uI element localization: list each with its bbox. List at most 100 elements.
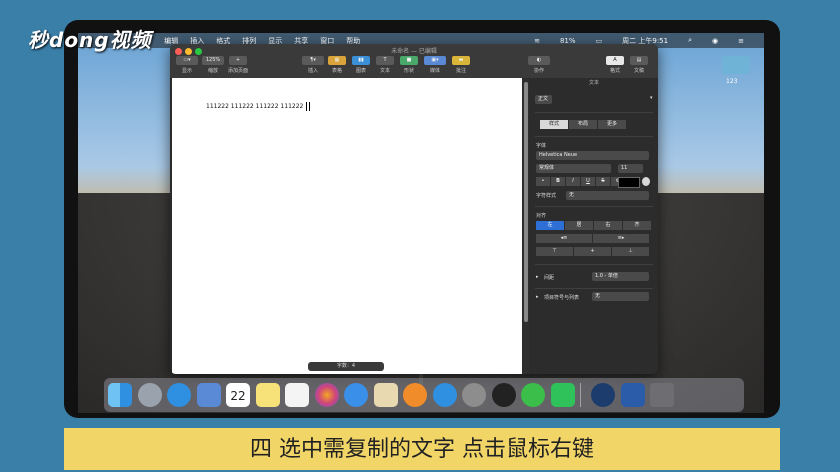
toolbar-insert[interactable]: ¶▾ 插入 xyxy=(302,56,324,74)
launchpad-icon[interactable] xyxy=(137,383,162,407)
system-preferences-icon[interactable] xyxy=(462,383,486,407)
toolbar-collaborate-label: 协作 xyxy=(533,68,544,74)
toolbar-comment[interactable]: ▬ 批注 xyxy=(452,56,470,74)
table-icon[interactable]: ▦ xyxy=(328,56,346,65)
char-style-select[interactable]: 无 xyxy=(566,191,649,200)
tab-more[interactable]: 更多 xyxy=(598,120,626,129)
add-page-icon[interactable]: + xyxy=(229,56,247,65)
align-bottom-button[interactable]: ⊥ xyxy=(612,247,649,256)
comment-icon[interactable]: ▬ xyxy=(452,56,470,65)
word-icon[interactable] xyxy=(620,383,645,407)
messages-icon[interactable] xyxy=(344,383,368,407)
toolbar-media-label: 媒体 xyxy=(429,68,440,74)
bullets-disclosure-icon[interactable]: ▸ xyxy=(536,294,539,300)
media-icon[interactable]: ▣▾ xyxy=(424,56,446,65)
more-char-options-button[interactable]: • xyxy=(536,177,550,186)
format-inspector: 文本 正文 ▾ 样式 布局 更多 字体 Helvetica Neue 常规体 1… xyxy=(530,78,658,374)
window-title: 未命名 — 已编辑 xyxy=(391,48,437,55)
text-color-swatch[interactable] xyxy=(618,177,640,188)
notification-center-icon[interactable]: ≡ xyxy=(738,37,744,45)
toolbar-media[interactable]: ▣▾ 媒体 xyxy=(424,56,446,74)
text-icon[interactable]: T xyxy=(376,56,394,65)
toolbar-view[interactable]: ▭▾ 显示 xyxy=(176,56,198,74)
align-top-button[interactable]: ⊤ xyxy=(536,247,573,256)
format-icon[interactable]: A xyxy=(606,56,624,65)
document-text[interactable]: 111222 111222 111222 111222 xyxy=(206,103,303,110)
paragraph-style-chevron-icon[interactable]: ▾ xyxy=(650,95,653,101)
align-justify-button[interactable]: 齐 xyxy=(623,221,651,230)
view-icon[interactable]: ▭▾ xyxy=(176,56,198,65)
spacing-disclosure-icon[interactable]: ▸ xyxy=(536,274,539,280)
reminders-icon[interactable] xyxy=(285,383,309,407)
font-name-select[interactable]: Helvetica Neue xyxy=(536,151,649,160)
document-page[interactable]: 111222 111222 111222 111222 xyxy=(172,78,522,374)
divider xyxy=(535,136,653,137)
shape-icon[interactable]: ■ xyxy=(400,56,418,65)
toolbar-view-label: 显示 xyxy=(181,68,192,74)
underline-button[interactable]: U xyxy=(581,177,595,186)
desktop-folder-label[interactable]: 123 xyxy=(726,78,737,85)
scrollbar-thumb[interactable] xyxy=(524,82,528,322)
align-left-button[interactable]: 左 xyxy=(536,221,564,230)
increase-indent-button[interactable]: ≡▸ xyxy=(593,234,649,243)
subtitle-caption: 四 选中需复制的文字 点击鼠标右键 xyxy=(64,428,780,470)
zoom-dropdown[interactable]: 125% xyxy=(202,56,224,65)
tab-layout[interactable]: 布局 xyxy=(569,120,597,129)
spacing-label: 间距 xyxy=(544,275,555,281)
chart-icon[interactable]: ▮▮ xyxy=(352,56,370,65)
toolbar-chart[interactable]: ▮▮ 图表 xyxy=(352,56,370,74)
app-store-icon[interactable] xyxy=(432,383,457,407)
font-size-field[interactable]: 11 xyxy=(618,164,643,173)
align-right-button[interactable]: 右 xyxy=(594,221,622,230)
word-count[interactable]: 字数：4 xyxy=(308,362,384,371)
iqiyi-icon[interactable] xyxy=(550,383,575,407)
siri-icon[interactable]: ◉ xyxy=(712,37,718,45)
bullets-select[interactable]: 无 xyxy=(592,292,649,301)
toolbar-shape[interactable]: ■ 形状 xyxy=(400,56,418,74)
wechat-icon[interactable] xyxy=(521,383,545,407)
divider xyxy=(535,264,653,265)
search-icon[interactable]: ⌕ xyxy=(688,36,692,45)
spacing-select[interactable]: 1.0 - 单倍 xyxy=(592,272,649,281)
tab-style[interactable]: 样式 xyxy=(540,120,568,129)
toolbar-format[interactable]: A 格式 xyxy=(606,56,624,74)
insert-icon[interactable]: ¶▾ xyxy=(302,56,324,65)
document-icon[interactable]: ▤ xyxy=(630,56,648,65)
toolbar-add-page-label: 添加页面 xyxy=(228,68,249,74)
toolbar-document[interactable]: ▤ 文稿 xyxy=(630,56,648,74)
desktop-folder-icon[interactable] xyxy=(722,56,750,74)
color-wheel-icon[interactable] xyxy=(642,177,650,186)
bold-button[interactable]: B xyxy=(551,177,565,186)
watermark-logo: 秒dong视频 xyxy=(28,28,152,52)
toolbar-table[interactable]: ▦ 表格 xyxy=(328,56,346,74)
notes-icon[interactable] xyxy=(255,383,280,407)
toolbar-add-page[interactable]: + 添加页面 xyxy=(228,56,248,74)
trash-icon[interactable] xyxy=(650,383,674,407)
align-center-button[interactable]: 居 xyxy=(565,221,593,230)
photo-icon[interactable] xyxy=(196,383,221,407)
quicktime-icon[interactable] xyxy=(591,383,615,407)
document-scrollbar[interactable] xyxy=(523,78,529,374)
strikethrough-button[interactable]: S xyxy=(596,177,610,186)
italic-button[interactable]: I xyxy=(566,177,580,186)
align-middle-button[interactable]: + xyxy=(574,247,611,256)
safari-icon[interactable] xyxy=(167,383,191,407)
calendar-icon[interactable]: 22 xyxy=(226,383,250,407)
inspector-header: 文本 xyxy=(588,80,599,86)
decrease-indent-button[interactable]: ◂≡ xyxy=(536,234,592,243)
font-style-select[interactable]: 常规体 xyxy=(536,164,611,173)
qq-icon[interactable] xyxy=(491,383,516,407)
divider xyxy=(535,112,653,113)
toolbar-collaborate[interactable]: ◐ 协作 xyxy=(528,56,550,74)
toolbar-zoom[interactable]: 125% 缩放 xyxy=(202,56,224,74)
photos-icon[interactable] xyxy=(314,383,339,407)
toolbar-shape-label: 形状 xyxy=(403,68,414,74)
preview-icon[interactable] xyxy=(373,383,398,407)
books-icon[interactable] xyxy=(403,383,427,407)
divider xyxy=(535,206,653,207)
finder-icon[interactable] xyxy=(108,383,132,407)
paragraph-style-button[interactable]: 正文 xyxy=(535,95,552,104)
toolbar-text[interactable]: T 文本 xyxy=(376,56,394,74)
collaborate-icon[interactable]: ◐ xyxy=(528,56,550,65)
toolbar-text-label: 文本 xyxy=(379,68,390,74)
